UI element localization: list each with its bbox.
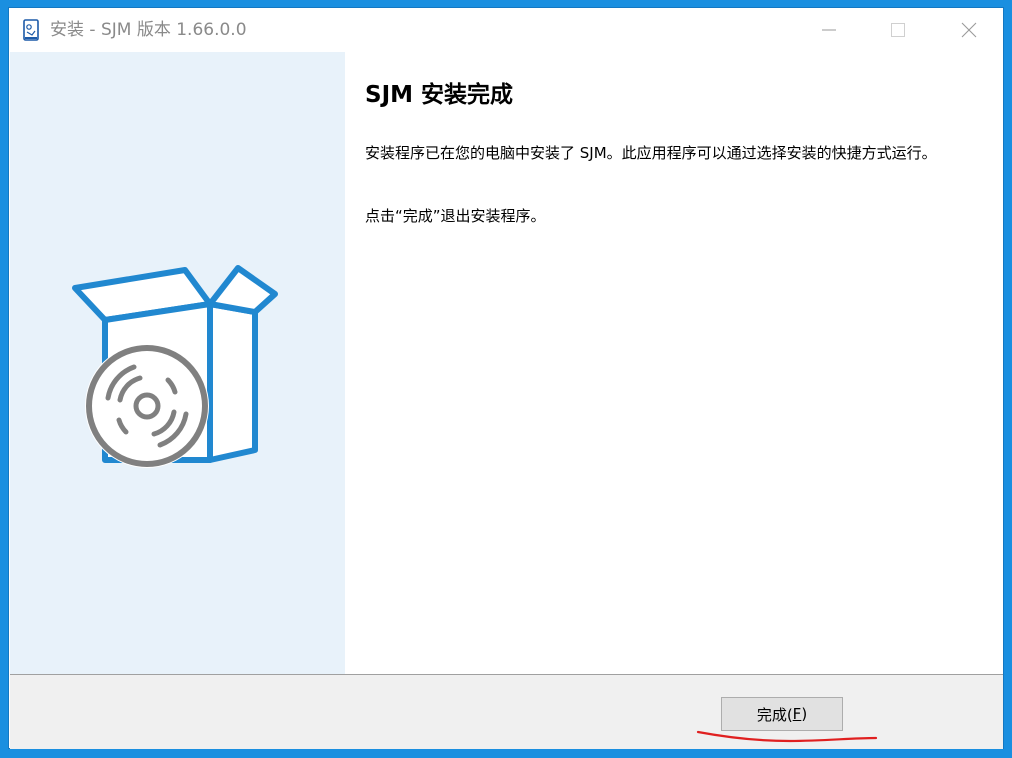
finish-button-label: 完成( (756, 705, 793, 724)
close-icon (961, 22, 977, 38)
minimize-icon (822, 29, 836, 31)
wizard-sidebar-image (10, 52, 345, 674)
minimize-button[interactable] (806, 8, 852, 52)
close-button[interactable] (946, 8, 992, 52)
installer-window: 安装 - SJM 版本 1.66.0.0 SJM 安装完成 安装程序已在您的电脑… (9, 8, 1003, 749)
red-underline-annotation (696, 730, 878, 743)
wizard-content: SJM 安装完成 安装程序已在您的电脑中安装了 SJM。此应用程序可以通过选择安… (345, 52, 1003, 674)
finish-button-label-suffix: ) (801, 705, 808, 723)
completion-message: 安装程序已在您的电脑中安装了 SJM。此应用程序可以通过选择安装的快捷方式运行。 (365, 144, 937, 162)
window-title: 安装 - SJM 版本 1.66.0.0 (50, 20, 247, 40)
maximize-icon (891, 23, 905, 37)
maximize-button[interactable] (875, 8, 921, 52)
finish-button[interactable]: 完成(F) (721, 697, 843, 731)
software-box-with-disc-icon (72, 265, 278, 468)
finish-instruction: 点击“完成”退出安装程序。 (365, 207, 546, 225)
title-bar[interactable]: 安装 - SJM 版本 1.66.0.0 (9, 8, 1003, 52)
finish-button-mnemonic: F (792, 705, 802, 723)
page-title: SJM 安装完成 (365, 82, 514, 108)
installer-app-icon (23, 19, 39, 41)
